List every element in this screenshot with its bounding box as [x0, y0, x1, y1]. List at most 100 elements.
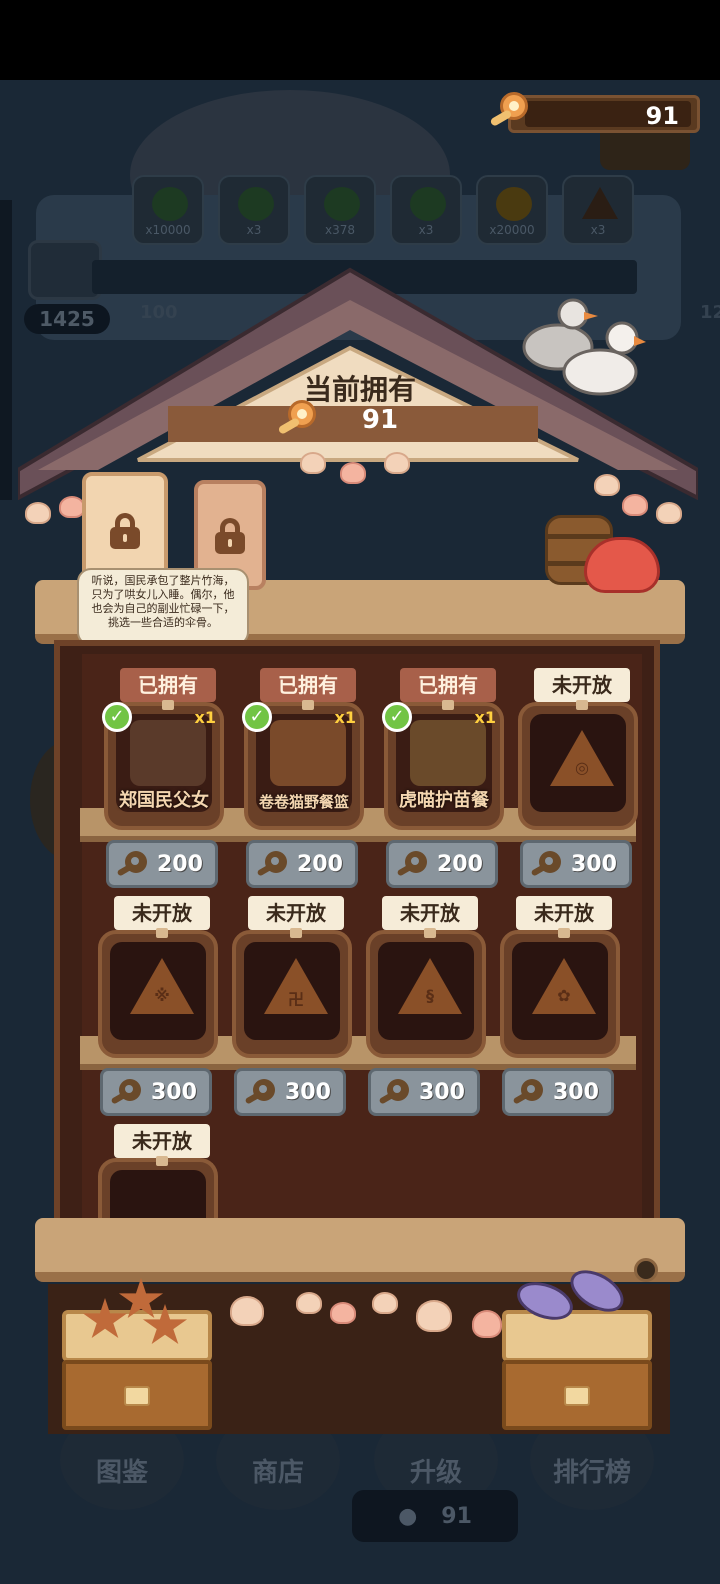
reward-slot: x3	[218, 175, 290, 245]
item-qty: x1	[194, 708, 216, 727]
bottom-currency: ● 91	[352, 1490, 518, 1542]
coin-icon	[496, 187, 532, 221]
shell-garland	[25, 496, 85, 526]
price-button[interactable]: 200	[246, 840, 358, 888]
unopened-tag: 未开放	[516, 896, 612, 938]
unopened-tag: 未开放	[114, 1124, 210, 1166]
pattern-icon: §	[426, 986, 434, 1005]
starfish-chest[interactable]	[62, 1278, 212, 1430]
price-amount: 300	[571, 851, 617, 877]
triangle-icon	[582, 187, 618, 219]
price-amount: 200	[297, 851, 343, 877]
item-slot-locked[interactable]: 未开放 ✿	[500, 896, 620, 1058]
item-slot-locked[interactable]: 未开放 ◎	[518, 668, 638, 830]
item-well	[110, 1170, 206, 1222]
price-amount: 200	[437, 851, 483, 877]
chest-lid	[62, 1310, 212, 1362]
item-slot-locked[interactable]: 未开放	[98, 1124, 218, 1222]
background-rewards: x10000 x3 x378 x3 x20000 x3	[132, 175, 634, 245]
check-icon: ✓	[102, 702, 132, 732]
price-amount: 300	[285, 1079, 331, 1105]
check-icon: ✓	[242, 702, 272, 732]
bottom-currency-value: 91	[441, 1503, 472, 1529]
pattern-icon: 卍	[287, 990, 304, 1009]
unopened-tag: 未开放	[114, 896, 210, 938]
fishbone-icon	[489, 92, 530, 132]
reward-label: x10000	[145, 223, 191, 237]
owned-count: 91	[361, 405, 399, 435]
reward-slot: x10000	[132, 175, 204, 245]
reward-slot: x3	[562, 175, 634, 245]
chest-lid	[502, 1310, 652, 1362]
fishbone-icon	[378, 1077, 413, 1107]
price-button[interactable]: 200	[386, 840, 498, 888]
swirl-icon: ※	[154, 986, 170, 1005]
meal-art	[410, 720, 486, 786]
leaf-icon	[410, 187, 446, 221]
item-slot-locked[interactable]: 未开放 ※	[98, 896, 218, 1058]
currency-bar: 91	[508, 95, 700, 133]
unopened-tag: 未开放	[534, 668, 630, 710]
milestone-label: 1200	[700, 302, 720, 323]
crab-icon	[584, 537, 660, 593]
counter-knob	[634, 1258, 658, 1282]
fishbone-icon	[277, 400, 318, 440]
fishbone-icon	[116, 849, 151, 879]
lock-icon	[108, 513, 142, 549]
check-icon: ✓	[382, 702, 412, 732]
father-daughter-art	[130, 720, 206, 786]
fishbone-icon	[530, 849, 565, 879]
fishbone-icon	[512, 1077, 547, 1107]
seagull-icon	[522, 298, 646, 396]
price-button[interactable]: 300	[234, 1068, 346, 1116]
picnic-basket-art	[270, 720, 346, 786]
item-slot-locked[interactable]: 未开放 §	[366, 896, 486, 1058]
fishbone-icon	[244, 1077, 279, 1107]
background-edge	[0, 200, 12, 500]
fishbone-icon	[256, 849, 291, 879]
item-qty: x1	[474, 708, 496, 727]
owned-tag: 已拥有	[120, 668, 216, 710]
price-amount: 300	[419, 1079, 465, 1105]
price-amount: 300	[553, 1079, 599, 1105]
price-button[interactable]: 200	[106, 840, 218, 888]
shell-garland	[210, 1292, 502, 1338]
unopened-tag: 未开放	[248, 896, 344, 938]
item-slot-owned[interactable]: 已拥有 ✓ x1 虎喵护苗餐	[382, 668, 504, 830]
lock-icon	[213, 518, 247, 554]
reward-label: x20000	[489, 223, 535, 237]
flower-icon: ✿	[557, 986, 571, 1005]
unopened-tag: 未开放	[382, 896, 478, 938]
reward-label: x3	[418, 223, 434, 237]
item-slot-locked[interactable]: 未开放 卍	[232, 896, 352, 1058]
reward-slot: x378	[304, 175, 376, 245]
shop-title: 当前拥有	[303, 373, 416, 406]
fish-chest[interactable]	[502, 1261, 652, 1430]
fishbone-icon	[110, 1077, 145, 1107]
status-bar	[0, 0, 720, 80]
price-button[interactable]: 300	[368, 1068, 480, 1116]
item-name: 虎喵护苗餐	[399, 790, 489, 811]
shell-garland	[300, 448, 420, 484]
leaf-icon	[152, 187, 188, 221]
item-slot-owned[interactable]: 已拥有 ✓ x1 卷卷猫野餐篮	[242, 668, 364, 830]
price-button[interactable]: 300	[502, 1068, 614, 1116]
item-tooltip: 听说，国民承包了整片竹海，只为了哄女儿入睡。偶尔，他也会为自己的副业忙碌一下，挑…	[77, 568, 249, 654]
chest-latch	[124, 1386, 150, 1406]
item-qty: x1	[334, 708, 356, 727]
reward-slot: x3	[390, 175, 462, 245]
reward-slot: x20000	[476, 175, 548, 245]
item-name: 卷卷猫野餐篮	[258, 793, 349, 811]
reward-label: x3	[246, 223, 262, 237]
price-button[interactable]: 300	[100, 1068, 212, 1116]
shell-garland	[594, 470, 694, 524]
price-amount: 200	[157, 851, 203, 877]
leaf-icon	[238, 187, 274, 221]
item-slot-owned[interactable]: 已拥有 ✓ x1 郑国民父女	[102, 668, 224, 830]
price-button[interactable]: 300	[520, 840, 632, 888]
leaf-icon	[324, 187, 360, 221]
reward-label: x378	[324, 223, 355, 237]
reward-label: x3	[590, 223, 606, 237]
price-amount: 300	[151, 1079, 197, 1105]
fishbone-icon: ●	[398, 1503, 418, 1529]
